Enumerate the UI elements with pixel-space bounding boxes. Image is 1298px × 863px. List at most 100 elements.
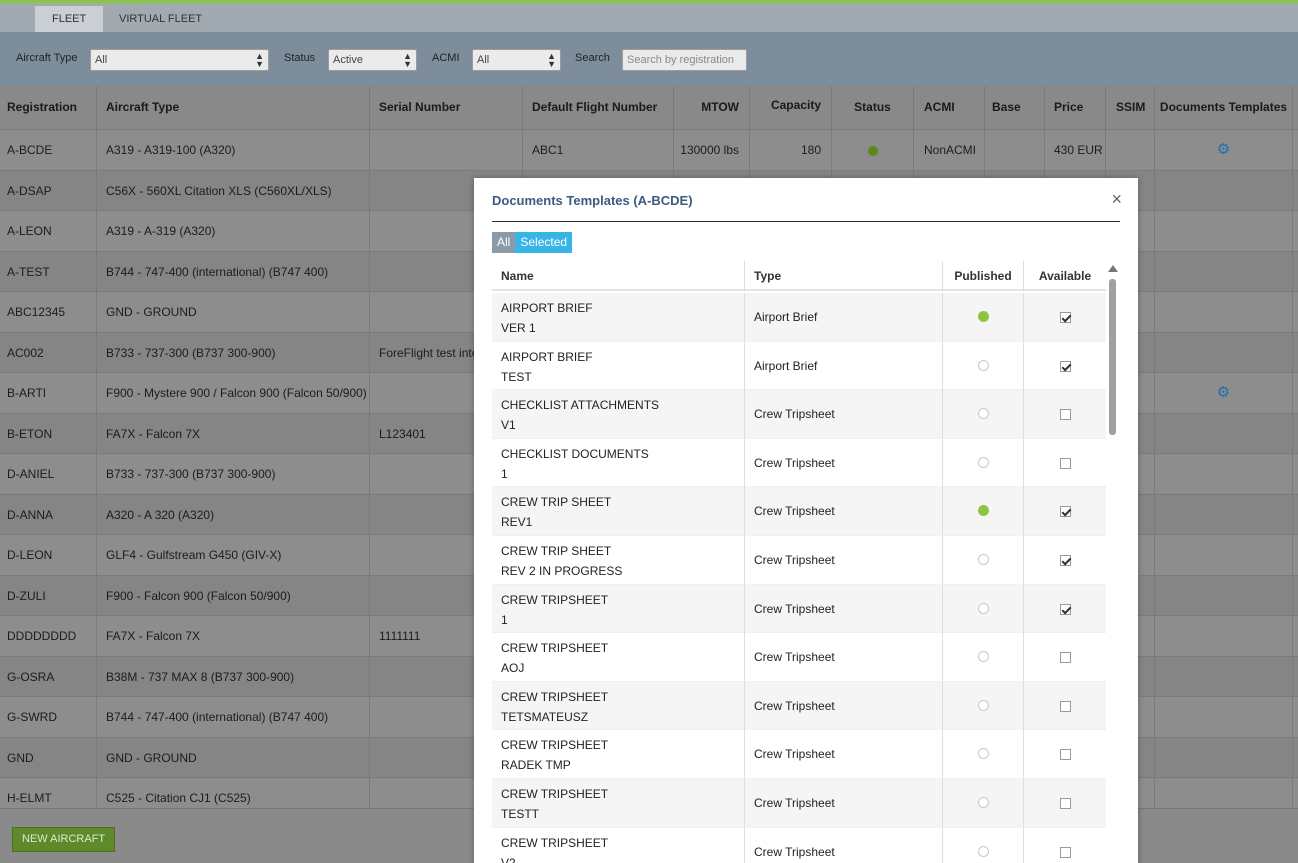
template-name: CREW TRIPSHEET (501, 592, 609, 607)
available-cell (1024, 779, 1106, 827)
toggle-all-button[interactable]: All (492, 232, 516, 253)
template-row[interactable]: CHECKLIST ATTACHMENTS V1 Crew Tripsheet (492, 390, 1106, 439)
cell-registration: GND (0, 737, 97, 778)
template-row[interactable]: CHECKLIST DOCUMENTS 1 Crew Tripsheet (492, 438, 1106, 488)
templates-table-header: Name Type Published Available (492, 261, 1106, 291)
available-checkbox[interactable] (1059, 652, 1071, 664)
tab-virtual-fleet[interactable]: VIRTUAL FLEET (102, 6, 219, 32)
template-name-cell: AIRPORT BRIEF TEST (492, 341, 745, 390)
col-price[interactable]: Price (1045, 86, 1106, 129)
col-aircraft-type[interactable]: Aircraft Type (97, 86, 370, 129)
template-row[interactable]: CREW TRIPSHEET TESTT Crew Tripsheet (492, 779, 1106, 828)
template-row[interactable]: CREW TRIPSHEET 1 Crew Tripsheet (492, 584, 1106, 634)
cell-registration: D-ANNA (0, 494, 97, 535)
close-icon[interactable]: × (1111, 189, 1122, 209)
available-checkbox[interactable] (1059, 360, 1071, 372)
available-checkbox[interactable] (1059, 700, 1071, 712)
template-row[interactable]: CREW TRIP SHEET REV 2 IN PROGRESS Crew Tri… (492, 536, 1106, 585)
gear-icon[interactable]: ⚙ (1217, 384, 1230, 401)
available-cell (1024, 828, 1106, 863)
status-value: Active (333, 54, 363, 66)
available-checkbox[interactable] (1059, 555, 1071, 566)
col-ssim[interactable]: SSIM (1106, 86, 1155, 129)
toggle-selected-button[interactable]: Selected (515, 232, 573, 253)
available-checkbox[interactable] (1059, 603, 1071, 615)
cell-status (832, 130, 914, 170)
template-type: Crew Tripsheet (745, 633, 943, 682)
col-published[interactable]: Published (943, 261, 1024, 291)
available-cell (1024, 390, 1106, 438)
template-name: CREW TRIPSHEET (501, 787, 609, 801)
status-active-dot (867, 145, 878, 156)
cell-registration: ABC12345 (0, 292, 97, 332)
col-serial-number[interactable]: Serial Number (370, 86, 523, 129)
col-status[interactable]: Status (832, 86, 914, 129)
cell-aircraft-type: FA7X - Falcon 7X (97, 616, 370, 656)
template-type: Crew Tripsheet (745, 730, 943, 779)
col-available[interactable]: Available (1024, 261, 1106, 291)
tab-fleet[interactable]: FLEET (35, 6, 104, 32)
template-row[interactable]: CREW TRIPSHEET TETSMATEUSZ Crew Tripsheet (492, 681, 1106, 731)
template-name-cell: CHECKLIST ATTACHMENTS V1 (492, 390, 745, 439)
cell-mtow: 130000 lbs (674, 130, 750, 170)
status-select[interactable]: Active ▲ ▼ (328, 49, 417, 71)
template-name: CHECKLIST ATTACHMENTS (501, 398, 660, 413)
select-arrows-icon: ▲ ▼ (255, 51, 264, 69)
template-version: REV 2 IN PROGRESS (501, 564, 623, 578)
col-capacity[interactable]: Capacity (750, 86, 832, 129)
template-row[interactable]: CREW TRIP SHEET REV1 Crew Tripsheet (492, 487, 1106, 536)
col-registration[interactable]: Registration (0, 86, 97, 129)
table-row[interactable]: A-BCDE A319 - A319-100 (A320) ABC1 130000 l… (0, 129, 1298, 170)
scroll-thumb[interactable] (1109, 279, 1116, 435)
cell-registration: A-BCDE (0, 130, 97, 170)
template-version: 1 (501, 466, 508, 481)
col-acmi[interactable]: ACMI (914, 86, 985, 129)
col-default-flight-number[interactable]: Default Flight Number (523, 86, 674, 129)
col-name[interactable]: Name (492, 261, 745, 291)
gear-icon[interactable]: ⚙ (1217, 141, 1230, 158)
published-cell (943, 681, 1024, 730)
cell-doc-icon (1155, 778, 1293, 808)
template-name: CREW TRIPSHEET (501, 835, 609, 850)
template-name: CREW TRIP SHEET (501, 544, 612, 558)
template-row[interactable]: AIRPORT BRIEF VER 1 Airport Brief (492, 293, 1106, 342)
available-checkbox[interactable] (1059, 749, 1071, 761)
unpublished-dot (977, 554, 989, 565)
cell-registration: A-LEON (0, 211, 97, 251)
published-cell (943, 730, 1024, 779)
scroll-up-icon[interactable] (1108, 265, 1118, 272)
cell-doc-icon (1155, 535, 1293, 575)
template-row[interactable]: CREW TRIPSHEET AOJ Crew Tripsheet (492, 633, 1106, 682)
cell-doc-icon (1155, 737, 1293, 778)
available-checkbox[interactable] (1059, 409, 1071, 421)
available-checkbox[interactable] (1059, 798, 1071, 809)
available-cell (1024, 585, 1106, 633)
cell-aircraft-type: C525 - Citation CJ1 (C525) (97, 778, 370, 808)
available-checkbox[interactable] (1059, 506, 1071, 518)
cell-doc-icon (1155, 575, 1293, 616)
acmi-select[interactable]: All ▲ ▼ (472, 49, 561, 71)
col-type[interactable]: Type (745, 261, 943, 291)
col-mtow[interactable]: MTOW (674, 86, 750, 129)
template-row[interactable]: CREW TRIPSHEET RADEK TMP Crew Tripsheet (492, 730, 1106, 779)
available-cell (1024, 487, 1106, 535)
template-name: CREW TRIPSHEET (501, 738, 609, 753)
template-row[interactable]: AIRPORT BRIEF TEST Airport Brief (492, 341, 1106, 391)
cell-registration: B-ARTI (0, 373, 97, 413)
template-row[interactable]: CREW TRIPSHEET V2 Crew Tripsheet (492, 827, 1106, 863)
cell-aircraft-type: GND - GROUND (97, 737, 370, 778)
search-input[interactable]: Search by registration (622, 49, 747, 71)
col-base[interactable]: Base (985, 86, 1045, 129)
unpublished-dot (977, 359, 989, 371)
available-checkbox[interactable] (1059, 457, 1071, 469)
unpublished-dot (977, 456, 989, 468)
unpublished-dot (977, 797, 989, 808)
available-cell (1024, 342, 1106, 390)
available-checkbox[interactable] (1059, 846, 1071, 858)
available-checkbox[interactable] (1059, 312, 1071, 323)
col-documents-templates[interactable]: Documents Templates (1155, 86, 1293, 129)
new-aircraft-button[interactable]: NEW AIRCRAFT (12, 827, 116, 852)
modal-scrollbar[interactable] (1108, 265, 1118, 863)
published-cell (943, 633, 1024, 682)
aircraft-type-select[interactable]: All ▲ ▼ (90, 49, 269, 71)
